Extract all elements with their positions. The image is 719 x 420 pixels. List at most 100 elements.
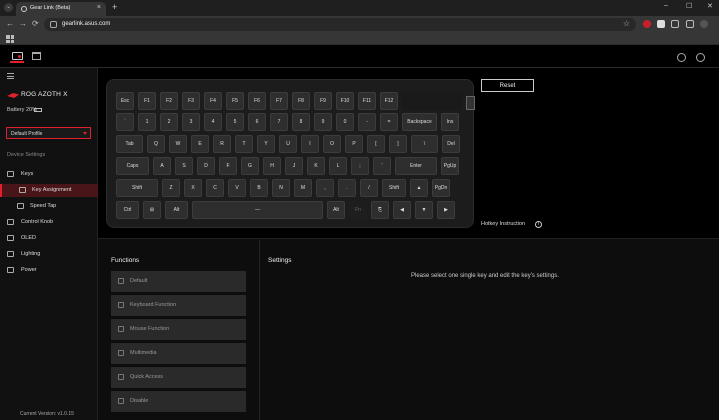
function-item[interactable]: Disable bbox=[111, 391, 246, 412]
key-4-9[interactable]: . bbox=[338, 179, 356, 197]
new-tab-icon[interactable]: + bbox=[112, 2, 117, 12]
key-0-7[interactable]: F7 bbox=[270, 92, 288, 110]
key-5-9[interactable]: ▶ bbox=[437, 201, 455, 219]
back-icon[interactable]: ← bbox=[6, 19, 14, 28]
close-window-icon[interactable]: ✕ bbox=[707, 2, 713, 10]
key-2-0[interactable]: Tab bbox=[116, 135, 143, 153]
browser-tab[interactable]: Gear Link (Beta) × bbox=[16, 2, 106, 16]
key-0-4[interactable]: F4 bbox=[204, 92, 222, 110]
key-4-3[interactable]: C bbox=[206, 179, 224, 197]
extension-rog-icon[interactable] bbox=[643, 20, 651, 28]
key-3-0[interactable]: Caps bbox=[116, 157, 149, 175]
address-bar[interactable]: gearlink.asus.com ☆ bbox=[44, 18, 636, 31]
sidebar-item[interactable]: Power bbox=[0, 264, 98, 277]
key-2-3[interactable]: E bbox=[191, 135, 209, 153]
key-0-5[interactable]: F5 bbox=[226, 92, 244, 110]
function-item[interactable]: Keyboard Function bbox=[111, 295, 246, 316]
key-3-7[interactable]: J bbox=[285, 157, 303, 175]
key-2-13[interactable]: \ bbox=[411, 135, 438, 153]
extension-icon[interactable] bbox=[657, 20, 665, 28]
gear-icon[interactable] bbox=[696, 53, 705, 62]
key-1-9[interactable]: 9 bbox=[314, 113, 332, 131]
key-2-7[interactable]: U bbox=[279, 135, 297, 153]
key-1-8[interactable]: 8 bbox=[292, 113, 310, 131]
key-3-8[interactable]: K bbox=[307, 157, 325, 175]
key-5-1[interactable]: ⊞ bbox=[143, 201, 161, 219]
key-3-5[interactable]: G bbox=[241, 157, 259, 175]
key-5-7[interactable]: ◀ bbox=[393, 201, 411, 219]
side-panel-icon[interactable] bbox=[686, 20, 694, 28]
reload-icon[interactable]: ⟳ bbox=[32, 19, 39, 28]
key-2-4[interactable]: R bbox=[213, 135, 231, 153]
key-3-11[interactable]: ' bbox=[373, 157, 391, 175]
forward-icon[interactable]: → bbox=[19, 19, 27, 28]
key-0-12[interactable]: F12 bbox=[380, 92, 398, 110]
key-1-5[interactable]: 5 bbox=[226, 113, 244, 131]
key-2-8[interactable]: I bbox=[301, 135, 319, 153]
key-3-4[interactable]: F bbox=[219, 157, 237, 175]
key-4-0[interactable]: Shift bbox=[116, 179, 158, 197]
key-5-3[interactable]: — bbox=[192, 201, 323, 219]
key-4-5[interactable]: B bbox=[250, 179, 268, 197]
key-2-11[interactable]: [ bbox=[367, 135, 385, 153]
key-5-2[interactable]: Alt bbox=[165, 201, 188, 219]
key-0-1[interactable]: F1 bbox=[138, 92, 156, 110]
key-4-12[interactable]: ▲ bbox=[410, 179, 428, 197]
sync-icon[interactable] bbox=[677, 53, 686, 62]
bookmark-star-icon[interactable]: ☆ bbox=[623, 19, 630, 28]
function-item[interactable]: Default bbox=[111, 271, 246, 292]
key-5-5[interactable]: Fn bbox=[349, 201, 367, 219]
sidebar-item[interactable]: Speed Tap bbox=[0, 200, 98, 213]
info-icon[interactable]: i bbox=[535, 221, 542, 228]
tab-close-icon[interactable]: × bbox=[97, 4, 101, 11]
function-item[interactable]: Quick Access bbox=[111, 367, 246, 388]
key-0-9[interactable]: F9 bbox=[314, 92, 332, 110]
key-2-5[interactable]: T bbox=[235, 135, 253, 153]
key-0-6[interactable]: F6 bbox=[248, 92, 266, 110]
key-3-1[interactable]: A bbox=[153, 157, 171, 175]
key-2-9[interactable]: O bbox=[323, 135, 341, 153]
key-1-0[interactable]: ` bbox=[116, 113, 134, 131]
hotkey-instruction-link[interactable]: Hotkey Instruction bbox=[481, 221, 525, 227]
site-info-icon[interactable] bbox=[50, 21, 57, 28]
key-4-2[interactable]: X bbox=[184, 179, 202, 197]
key-1-14[interactable]: Ins bbox=[441, 113, 459, 131]
key-2-14[interactable]: Del bbox=[442, 135, 460, 153]
key-0-10[interactable]: F10 bbox=[336, 92, 354, 110]
key-4-6[interactable]: N bbox=[272, 179, 290, 197]
key-2-12[interactable]: ] bbox=[389, 135, 407, 153]
key-0-8[interactable]: F8 bbox=[292, 92, 310, 110]
key-2-10[interactable]: P bbox=[345, 135, 363, 153]
profile-dropdown[interactable]: Default Profile bbox=[6, 127, 91, 139]
sidebar-item[interactable]: OLED bbox=[0, 232, 98, 245]
key-0-11[interactable]: F11 bbox=[358, 92, 376, 110]
key-1-3[interactable]: 3 bbox=[182, 113, 200, 131]
key-0-2[interactable]: F2 bbox=[160, 92, 178, 110]
store-icon[interactable] bbox=[32, 52, 41, 60]
key-3-10[interactable]: ; bbox=[351, 157, 369, 175]
key-5-6[interactable]: ⎘ bbox=[371, 201, 389, 219]
key-2-1[interactable]: Q bbox=[147, 135, 165, 153]
sidebar-item[interactable]: Key Assignment bbox=[0, 184, 98, 197]
key-1-6[interactable]: 6 bbox=[248, 113, 266, 131]
key-3-13[interactable]: PgUp bbox=[441, 157, 459, 175]
minimize-icon[interactable]: – bbox=[664, 2, 668, 9]
profile-avatar[interactable] bbox=[700, 20, 708, 28]
menu-icon[interactable] bbox=[7, 73, 14, 79]
key-1-11[interactable]: - bbox=[358, 113, 376, 131]
key-5-8[interactable]: ▼ bbox=[415, 201, 433, 219]
tab-search-icon[interactable]: ⌄ bbox=[4, 3, 13, 12]
key-2-2[interactable]: W bbox=[169, 135, 187, 153]
sidebar-item[interactable]: Control Knob bbox=[0, 216, 98, 229]
key-1-1[interactable]: 1 bbox=[138, 113, 156, 131]
key-3-9[interactable]: L bbox=[329, 157, 347, 175]
extensions-puzzle-icon[interactable] bbox=[671, 20, 679, 28]
key-1-4[interactable]: 4 bbox=[204, 113, 222, 131]
key-4-10[interactable]: / bbox=[360, 179, 378, 197]
key-1-13[interactable]: Backspace bbox=[402, 113, 437, 131]
key-3-6[interactable]: H bbox=[263, 157, 281, 175]
keyboard-device-icon[interactable] bbox=[10, 51, 24, 63]
key-4-13[interactable]: PgDn bbox=[432, 179, 450, 197]
control-knob-indicator[interactable] bbox=[466, 96, 475, 110]
key-5-4[interactable]: Alt bbox=[327, 201, 345, 219]
